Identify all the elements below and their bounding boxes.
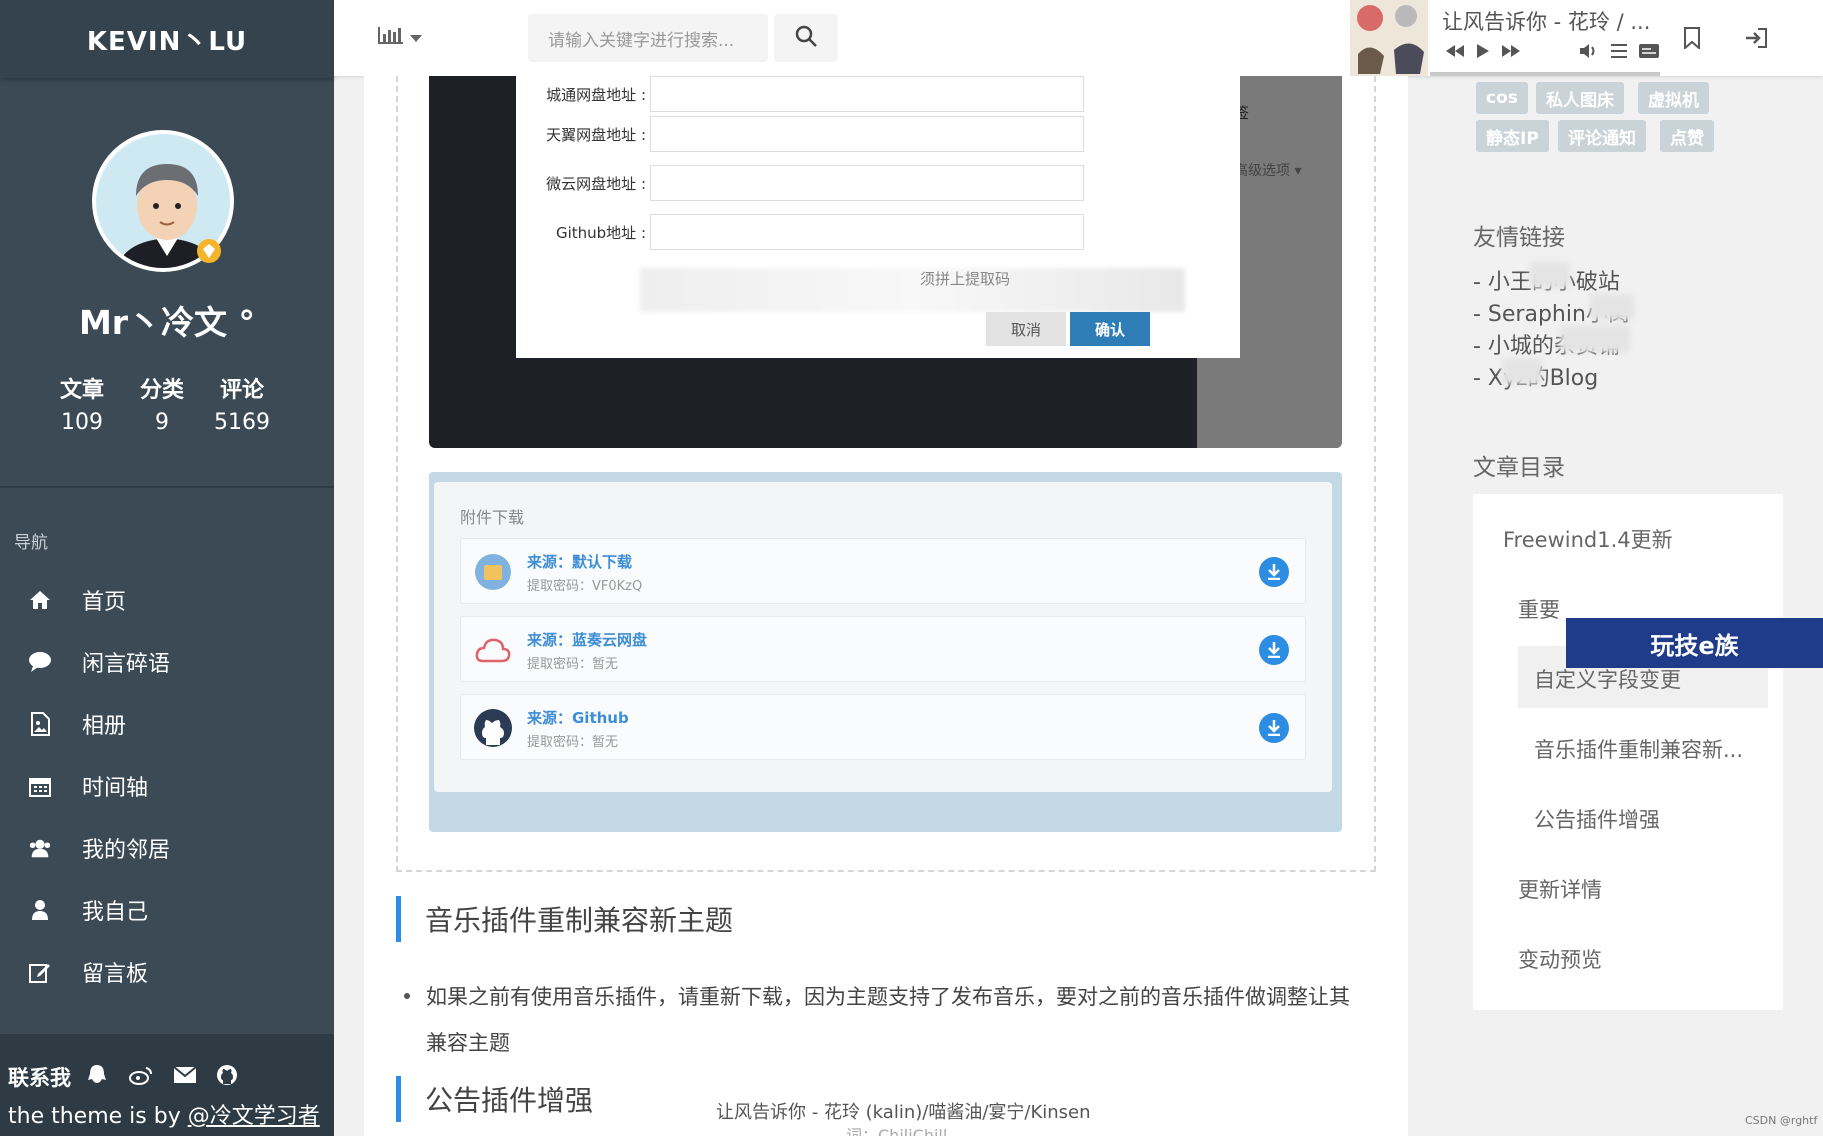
attachment-item[interactable]: 来源：蓝奏云网盘 提取密码：暂无: [460, 616, 1306, 682]
attachment-item[interactable]: 来源：Github 提取密码：暂无: [460, 694, 1306, 760]
nav-item-guestbook[interactable]: 留言板: [0, 944, 334, 1000]
image-icon: [28, 712, 52, 736]
qq-icon[interactable]: [84, 1062, 110, 1088]
folder-icon: [473, 552, 513, 592]
stat-categories[interactable]: 分类 9: [117, 372, 207, 435]
blur-mask: [1502, 358, 1542, 384]
search-input[interactable]: 请输入关键字进行搜索...: [528, 14, 768, 62]
edit-icon: [28, 960, 52, 984]
dialog-input[interactable]: [650, 165, 1084, 201]
toc-item[interactable]: 音乐插件重制兼容新...: [1534, 734, 1743, 764]
tag-chip[interactable]: cos: [1476, 82, 1528, 114]
dialog-input[interactable]: [650, 76, 1084, 112]
tag-chip[interactable]: 虚拟机: [1638, 82, 1709, 114]
tag-chip[interactable]: 点赞: [1660, 120, 1714, 152]
tag-chip[interactable]: 私人图床: [1536, 82, 1624, 114]
verified-badge-icon: [196, 238, 222, 264]
dialog-input[interactable]: [650, 214, 1084, 250]
playlist-icon[interactable]: [1608, 40, 1630, 62]
nav-item-about[interactable]: 我自己: [0, 882, 334, 938]
watermark-banner: 玩技e族: [1566, 618, 1823, 668]
user-icon: [28, 898, 52, 922]
toc-item[interactable]: Freewind1.4更新: [1503, 524, 1673, 554]
nav-title: 导航: [14, 533, 48, 553]
download-icon[interactable]: [1259, 557, 1289, 587]
toc-heading: 文章目录: [1473, 455, 1565, 481]
lyric-credit: 词：ChiliChill: [846, 1126, 948, 1136]
dialog-hint: 须拼上提取码: [920, 270, 1011, 288]
toc-item[interactable]: 更新详情: [1518, 874, 1602, 904]
stat-comments[interactable]: 评论 5169: [197, 372, 287, 435]
theme-credit: the theme is by @冷文学习者: [8, 1104, 320, 1129]
toc-item[interactable]: 变动预览: [1518, 944, 1602, 974]
blurred-text: [640, 268, 1185, 312]
caret-down-icon: [410, 28, 422, 47]
toc-item[interactable]: 自定义字段变更: [1534, 664, 1681, 694]
list-item: 如果之前有使用音乐插件，请重新下载，因为主题支持了发布音乐，要对之前的音乐插件做…: [404, 974, 1370, 1066]
lyric-line: 让风告诉你 - 花玲 (kalin)/喵酱油/宴宁/Kinsen: [716, 1102, 1091, 1123]
play-icon[interactable]: [1472, 40, 1494, 62]
bookmark-icon[interactable]: [1678, 24, 1706, 52]
users-icon: [28, 836, 52, 860]
player-song-title: 让风告诉你 - 花玲 / ...: [1442, 10, 1651, 34]
blur-mask: [1530, 262, 1570, 288]
tag-chip[interactable]: 评论通知: [1558, 120, 1646, 152]
nav-divider: [0, 486, 334, 488]
github-icon[interactable]: [214, 1062, 240, 1088]
theme-author-link[interactable]: @冷文学习者: [188, 1104, 320, 1129]
blur-mask: [1590, 294, 1634, 320]
sign-in-icon[interactable]: [1742, 24, 1770, 52]
lyrics-icon[interactable]: [1638, 40, 1660, 62]
next-track-icon[interactable]: [1500, 40, 1522, 62]
section-heading: 公告插件增强: [396, 1076, 593, 1122]
nav-item-album[interactable]: 相册: [0, 696, 334, 752]
nav-item-home[interactable]: 首页: [0, 572, 334, 628]
search-button[interactable]: [774, 14, 838, 62]
home-icon: [28, 588, 52, 612]
dialog-field-row: 城通网盘地址 :: [516, 76, 1240, 112]
album-cover[interactable]: [1350, 0, 1428, 76]
site-brand[interactable]: KEVIN丶LU: [0, 0, 334, 78]
download-icon[interactable]: [1259, 635, 1289, 665]
tag-chip[interactable]: 静态IP: [1476, 120, 1549, 152]
dialog-field-row: 天翼网盘地址 :: [516, 116, 1240, 152]
left-sidebar: KEVIN丶LU Mr丶冷文 ° 文章 109 分类 9 评论 5169 导航 …: [0, 0, 334, 1136]
calendar-icon: [28, 774, 52, 798]
cancel-button[interactable]: 取消: [986, 312, 1066, 346]
stats-dropdown[interactable]: [378, 24, 426, 50]
dialog-field-row: Github地址 :: [516, 214, 1240, 250]
contact-label: 联系我: [8, 1066, 71, 1090]
volume-icon[interactable]: [1578, 40, 1600, 62]
dialog-field-row: 微云网盘地址 :: [516, 165, 1240, 201]
profile-name: Mr丶冷文 °: [78, 303, 256, 342]
nav-item-timeline[interactable]: 时间轴: [0, 758, 334, 814]
attachment-item[interactable]: 来源：默认下载 提取密码：VF0KzQ: [460, 538, 1306, 604]
toc-item[interactable]: 重要: [1518, 594, 1560, 624]
friends-heading: 友情链接: [1473, 225, 1565, 251]
comment-icon: [28, 650, 52, 674]
screenshot-advanced-options: 高级选项 ▾: [1234, 163, 1302, 179]
github-icon: [473, 708, 513, 748]
search-icon: [795, 25, 817, 51]
dialog-input[interactable]: [650, 116, 1084, 152]
nav-item-neighbors[interactable]: 我的邻居: [0, 820, 334, 876]
previous-track-icon[interactable]: [1444, 40, 1466, 62]
toc-item[interactable]: 公告插件增强: [1534, 804, 1660, 834]
stat-articles[interactable]: 文章 109: [37, 372, 127, 435]
blur-mask: [1560, 326, 1630, 352]
download-icon[interactable]: [1259, 713, 1289, 743]
bullet-dot: [404, 993, 410, 999]
bar-chart-icon: [378, 26, 404, 48]
weibo-icon[interactable]: [128, 1062, 154, 1088]
csdn-watermark: CSDN @rghtf: [1745, 1114, 1818, 1127]
cloud-icon: [473, 630, 513, 670]
attachment-title: 附件下载: [460, 508, 525, 527]
player-progress-bar[interactable]: [1430, 72, 1660, 76]
confirm-button[interactable]: 确认: [1070, 312, 1150, 346]
section-heading: 音乐插件重制兼容新主题: [396, 896, 733, 942]
nav-item-musings[interactable]: 闲言碎语: [0, 634, 334, 690]
email-icon[interactable]: [172, 1062, 198, 1088]
